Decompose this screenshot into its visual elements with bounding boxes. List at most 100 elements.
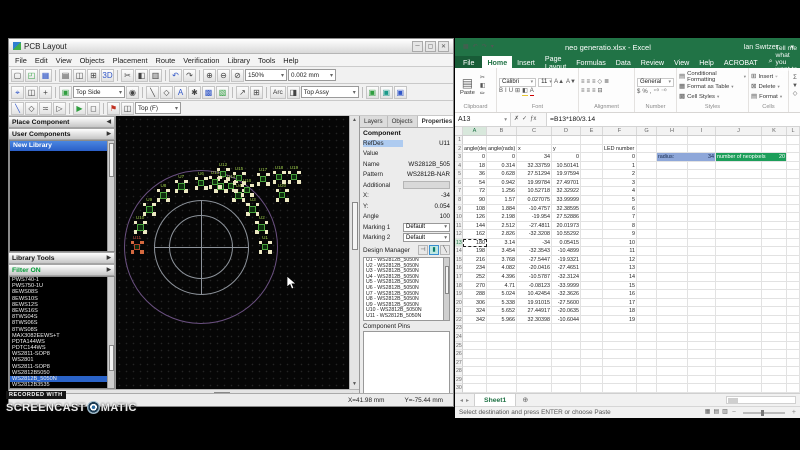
- next-sheet-icon[interactable]: ▸: [466, 397, 469, 404]
- cell-H28[interactable]: [657, 367, 688, 376]
- print-preview-icon[interactable]: ◫: [73, 69, 86, 82]
- cell-J5[interactable]: [716, 170, 762, 179]
- cell-F7[interactable]: 4: [603, 187, 637, 196]
- insert-cells-button[interactable]: ⊞Insert▾: [751, 72, 777, 82]
- cell-K10[interactable]: [762, 213, 787, 222]
- cell-H19[interactable]: [657, 290, 688, 299]
- column-header-G[interactable]: G: [637, 127, 657, 135]
- canvas-vertical-scrollbar[interactable]: ▲ ▼: [349, 116, 359, 389]
- dock-tab-layers[interactable]: Layers: [360, 116, 388, 127]
- led-component-U1[interactable]: U1: [259, 241, 272, 254]
- cell-H18[interactable]: [657, 282, 688, 291]
- cell-L30[interactable]: [787, 384, 800, 393]
- cell-H16[interactable]: [657, 264, 688, 273]
- cell-B26[interactable]: [487, 350, 517, 359]
- cell-I26[interactable]: [688, 350, 716, 359]
- row-header-8[interactable]: 8: [455, 196, 463, 205]
- cell-C9[interactable]: -10.4757: [517, 205, 552, 214]
- dock-left-icon[interactable]: ⊣: [418, 245, 428, 255]
- cut-icon[interactable]: ✂: [480, 75, 486, 82]
- cell-C19[interactable]: 10.42454: [517, 290, 552, 299]
- row-header-13[interactable]: 13: [455, 239, 463, 248]
- cell-E5[interactable]: [581, 170, 603, 179]
- cell-J4[interactable]: [716, 162, 762, 171]
- cell-D11[interactable]: 20.01973: [552, 222, 581, 231]
- cell-A19[interactable]: 288: [463, 290, 487, 299]
- cell-A23[interactable]: [463, 324, 487, 333]
- scroll-thumb[interactable]: [109, 143, 114, 177]
- cell-I16[interactable]: [688, 264, 716, 273]
- cell-C23[interactable]: [517, 324, 552, 333]
- cell-D1[interactable]: [552, 136, 581, 145]
- row-header-26[interactable]: 26: [455, 350, 463, 359]
- cell-D27[interactable]: [552, 359, 581, 368]
- cell-K25[interactable]: [762, 342, 787, 351]
- cell-I27[interactable]: [688, 359, 716, 368]
- new-file-icon[interactable]: ▢: [11, 69, 24, 82]
- cell-L26[interactable]: [787, 350, 800, 359]
- cell-D21[interactable]: -20.0635: [552, 307, 581, 316]
- cell-B6[interactable]: 0.942: [487, 179, 517, 188]
- cell-A22[interactable]: 342: [463, 316, 487, 325]
- conditional-formatting-button[interactable]: ▤Conditional Formatting▾: [679, 72, 746, 82]
- cell-B15[interactable]: 3.768: [487, 256, 517, 265]
- column-header-I[interactable]: I: [688, 127, 716, 135]
- cell-L18[interactable]: [787, 282, 800, 291]
- cell-L14[interactable]: [787, 247, 800, 256]
- comma-style-icon[interactable]: ,: [650, 89, 652, 96]
- select-all-corner[interactable]: [455, 127, 463, 135]
- cell-C29[interactable]: [517, 376, 552, 385]
- cell-F8[interactable]: 5: [603, 196, 637, 205]
- autoroute-icon[interactable]: ▷: [53, 102, 66, 115]
- cell-A28[interactable]: [463, 367, 487, 376]
- cell-G23[interactable]: [637, 324, 657, 333]
- cell-F27[interactable]: [603, 359, 637, 368]
- accounting-format-icon[interactable]: $: [637, 89, 640, 96]
- cell-A9[interactable]: 108: [463, 205, 487, 214]
- row-header-16[interactable]: 16: [455, 264, 463, 273]
- cell-E17[interactable]: [581, 273, 603, 282]
- cell-B1[interactable]: [487, 136, 517, 145]
- cell-J22[interactable]: [716, 316, 762, 325]
- cell-I1[interactable]: [688, 136, 716, 145]
- cell-A25[interactable]: [463, 342, 487, 351]
- cell-G22[interactable]: [637, 316, 657, 325]
- led-component-U20[interactable]: U20: [276, 189, 289, 202]
- paste-button[interactable]: ▤ Paste: [457, 77, 478, 96]
- filter-header[interactable]: Filter ON ▶: [9, 264, 115, 276]
- undo-icon[interactable]: ↶: [473, 44, 478, 51]
- route-icon[interactable]: ╲: [11, 102, 24, 115]
- cell-J20[interactable]: [716, 299, 762, 308]
- cell-A1[interactable]: [463, 136, 487, 145]
- cell-A18[interactable]: 270: [463, 282, 487, 291]
- led-component-U18[interactable]: U18: [273, 171, 286, 184]
- cell-L29[interactable]: [787, 376, 800, 385]
- ribbon-tab-file[interactable]: File: [455, 56, 482, 68]
- cell-H2[interactable]: [657, 145, 688, 154]
- orientation-icon[interactable]: ◇: [598, 79, 603, 86]
- cell-D24[interactable]: [552, 333, 581, 342]
- cell-B25[interactable]: [487, 342, 517, 351]
- cell-F26[interactable]: [603, 350, 637, 359]
- ribbon-tab-page-layout[interactable]: Page Layout: [540, 56, 571, 68]
- cell-A15[interactable]: 216: [463, 256, 487, 265]
- save-icon[interactable]: ▦: [463, 44, 469, 51]
- align-center-icon[interactable]: ≡: [587, 88, 591, 95]
- cell-F9[interactable]: 6: [603, 205, 637, 214]
- cell-J9[interactable]: [716, 205, 762, 214]
- cell-A16[interactable]: 234: [463, 264, 487, 273]
- cell-G17[interactable]: [637, 273, 657, 282]
- cell-C25[interactable]: [517, 342, 552, 351]
- cell-C4[interactable]: 32.33759: [517, 162, 552, 171]
- cell-J15[interactable]: [716, 256, 762, 265]
- cell-H15[interactable]: [657, 256, 688, 265]
- cell-E30[interactable]: [581, 384, 603, 393]
- cell-D7[interactable]: 32.32922: [552, 187, 581, 196]
- cell-L19[interactable]: [787, 290, 800, 299]
- measure-icon[interactable]: ◫: [25, 86, 38, 99]
- property-value[interactable]: -34: [403, 192, 450, 199]
- row-header-21[interactable]: 21: [455, 307, 463, 316]
- sheet-tab-sheet1[interactable]: Sheet1: [474, 394, 516, 406]
- cell-K9[interactable]: [762, 205, 787, 214]
- cell-E12[interactable]: [581, 230, 603, 239]
